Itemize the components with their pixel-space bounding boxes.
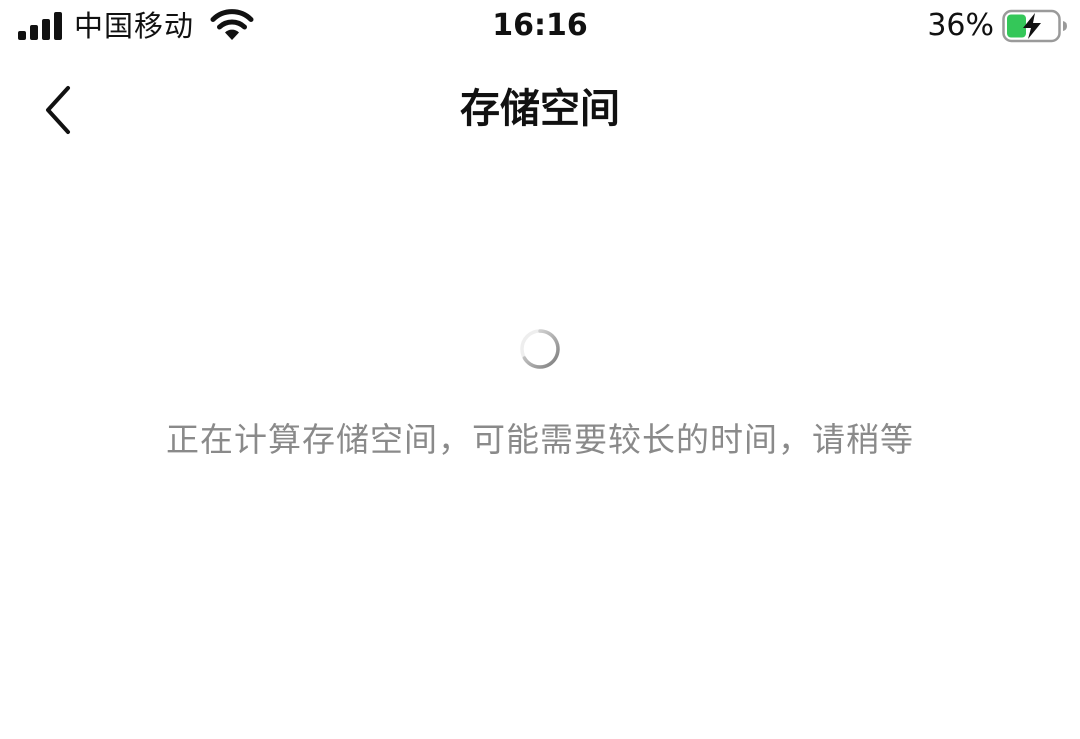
carrier-name: 中国移动	[74, 9, 195, 43]
page-title: 存储空间	[460, 86, 620, 132]
chevron-left-icon	[46, 86, 70, 134]
navigation-bar: 存储空间	[0, 62, 1080, 158]
back-button[interactable]	[22, 72, 94, 148]
signal-bars-icon	[18, 12, 62, 40]
status-bar: 中国移动 16:16 36%	[0, 0, 1080, 56]
wifi-icon	[210, 9, 254, 40]
loading-message: 正在计算存储空间，可能需要较长的时间，请稍等	[166, 420, 914, 459]
battery-percentage: 36%	[927, 8, 994, 43]
battery-charging-icon	[1002, 9, 1067, 43]
status-time: 16:16	[492, 8, 588, 43]
spinner-icon	[520, 329, 560, 369]
